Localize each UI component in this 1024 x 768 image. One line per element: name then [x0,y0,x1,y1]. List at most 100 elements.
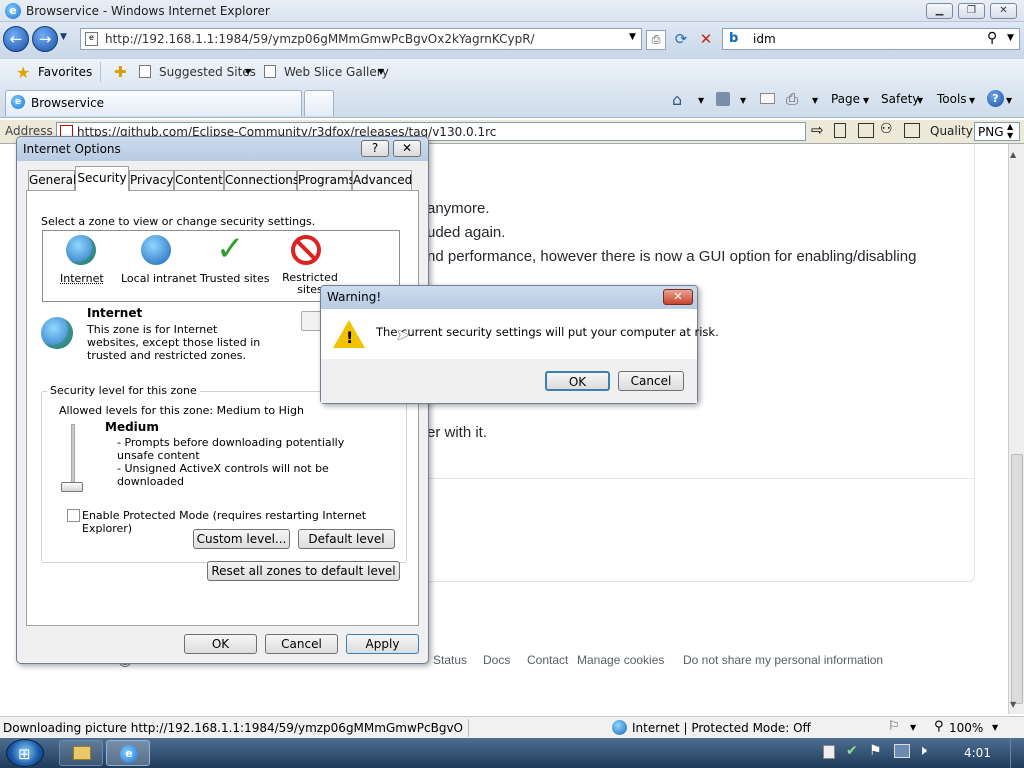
tray-security-icon[interactable]: ✔ [846,743,858,759]
tab-advanced[interactable]: Advanced [352,170,412,190]
maximize-button[interactable]: ❐ [958,3,985,19]
status-bar: Downloading picture http://192.168.1.1:1… [0,716,1024,738]
add-favorite-icon[interactable]: ✚ [114,63,127,81]
close-window-button[interactable]: ✕ [990,3,1017,19]
zone-status[interactable]: Internet | Protected Mode: Off [632,721,811,735]
safety-menu[interactable]: Safety [881,92,919,106]
cancel-button[interactable]: Cancel [265,634,338,654]
tray-flag-icon[interactable]: ⚑ [869,743,882,759]
page-scrollbar[interactable]: ▲ ▼ [1008,144,1024,714]
scroll-down-icon[interactable]: ▼ [1010,700,1016,709]
read-mail-icon[interactable] [760,93,775,104]
zoom-level[interactable]: 100% [949,721,983,735]
clipboard-icon[interactable] [904,123,920,138]
chevron-down-icon[interactable]: ▼ [245,67,251,76]
warning-cancel-button[interactable]: Cancel [618,371,684,391]
find-icon[interactable] [858,123,874,138]
zone-internet[interactable]: Internet [47,233,115,287]
chevron-down-icon[interactable]: ▼ [698,96,704,105]
security-level-name: Medium [105,420,159,434]
quality-stepper-icon[interactable]: ▲ ▼ [1007,122,1013,140]
chevron-down-icon[interactable]: ▼ [1006,96,1012,105]
suggested-sites-link[interactable]: Suggested Sites [159,65,256,79]
tab-content[interactable]: Content [174,170,224,190]
address-bar[interactable]: e http://192.168.1.1:1984/59/ymzp06gMMmG… [80,28,642,50]
chevron-down-icon[interactable]: ▼ [917,96,923,105]
chevron-down-icon[interactable]: ▼ [992,723,998,732]
tray-network-icon[interactable] [894,744,910,758]
forward-button[interactable]: → [32,26,58,52]
web-slice-gallery-link[interactable]: Web Slice Gallery [284,65,389,79]
home-icon[interactable]: ⌂ [672,90,682,109]
chevron-down-icon[interactable]: ▼ [812,96,818,105]
footer-link-manage-cookies[interactable]: Manage cookies [577,653,664,667]
print-icon[interactable]: ⎙ [786,90,798,108]
zone-trusted-sites[interactable]: ✓ Trusted sites [198,229,270,287]
footer-link-docs[interactable]: Docs [483,653,510,667]
tab-connections[interactable]: Connections [224,170,299,190]
quality-value[interactable]: PNG [978,125,1004,139]
chevron-down-icon[interactable]: ▼ [863,96,869,105]
clock[interactable]: 4:01 [964,746,991,760]
chevron-down-icon[interactable]: ▼ [378,67,384,76]
show-desktop-button[interactable] [1010,738,1024,768]
zoom-icon[interactable]: ⚲ [934,719,944,734]
reset-all-zones-button[interactable]: Reset all zones to default level [207,561,400,581]
stop-icon[interactable]: ✕ [696,30,716,50]
security-slider-thumb[interactable] [61,482,83,492]
feeds-icon[interactable] [716,92,730,106]
windows-taskbar: ⊞ e ✔ ⚑ 🕨 4:01 [0,738,1024,768]
warning-ok-button[interactable]: OK [545,371,610,391]
protected-mode-checkbox[interactable] [67,509,80,522]
footer-link-do-not-share[interactable]: Do not share my personal information [683,653,883,667]
back-button[interactable]: ← [3,26,29,52]
close-icon[interactable]: ✕ [663,289,693,305]
footer-link-status[interactable]: Status [433,653,467,667]
bookmark-icon[interactable] [834,123,846,138]
address-dropdown-icon[interactable]: ▼ [629,32,636,42]
search-input[interactable]: idm [753,32,776,46]
new-tab-button[interactable] [304,90,334,116]
tray-document-icon[interactable] [823,745,835,759]
taskbar-ie-button[interactable]: e [106,740,150,766]
tab-programs[interactable]: Programs [297,170,355,190]
chevron-down-icon[interactable]: ▼ [910,723,916,732]
search-dropdown-icon[interactable]: ▼ [1007,33,1014,43]
footer-link-contact[interactable]: Contact [527,653,568,667]
tab-general[interactable]: General [28,170,76,190]
internet-explorer-icon: e [120,745,138,763]
chevron-down-icon[interactable]: ▼ [740,96,746,105]
compatibility-view-icon[interactable]: ⎙ [646,30,666,50]
start-button[interactable]: ⊞ [6,739,44,767]
default-level-button[interactable]: Default level [298,529,395,549]
scroll-up-icon[interactable]: ▲ [1010,150,1016,159]
popup-blocker-icon[interactable]: ⚐ [888,719,900,734]
chevron-down-icon[interactable]: ▼ [969,96,975,105]
scrollbar-thumb[interactable] [1011,454,1023,704]
search-icon[interactable]: ⚲ [987,30,997,46]
zone-local-intranet[interactable]: Local intranet [121,233,197,287]
help-icon[interactable]: ? [987,90,1004,107]
favorites-button[interactable]: Favorites [38,65,92,79]
custom-level-button[interactable]: Custom level... [193,529,290,549]
apply-button[interactable]: Apply [346,634,419,654]
refresh-icon[interactable]: ⟳ [670,30,692,50]
go-arrow-icon[interactable]: ⇨ [811,121,824,139]
close-icon[interactable]: ✕ [393,140,421,157]
page-menu[interactable]: Page [831,92,860,106]
tab-browservice[interactable]: e Browservice [5,90,302,116]
security-slider-track[interactable] [71,424,75,490]
tools-menu[interactable]: Tools [937,92,967,106]
minimize-button[interactable]: ▁ [926,3,953,19]
address-url[interactable]: http://192.168.1.1:1984/59/ymzp06gMMmGmw… [105,32,625,46]
help-button[interactable]: ? [361,140,389,157]
taskbar-explorer-button[interactable] [59,740,103,766]
quality-select[interactable]: PNG ▲ ▼ [974,122,1020,141]
search-box[interactable]: b idm ⚲ ▼ [722,28,1020,50]
binoculars-icon[interactable]: ⚇ [880,121,893,137]
tab-security[interactable]: Security [75,166,129,191]
tab-privacy[interactable]: Privacy [129,170,174,190]
ok-button[interactable]: OK [184,634,257,654]
tray-volume-icon[interactable]: 🕨 [918,743,927,759]
recent-pages-dropdown-icon[interactable]: ▼ [60,32,67,42]
